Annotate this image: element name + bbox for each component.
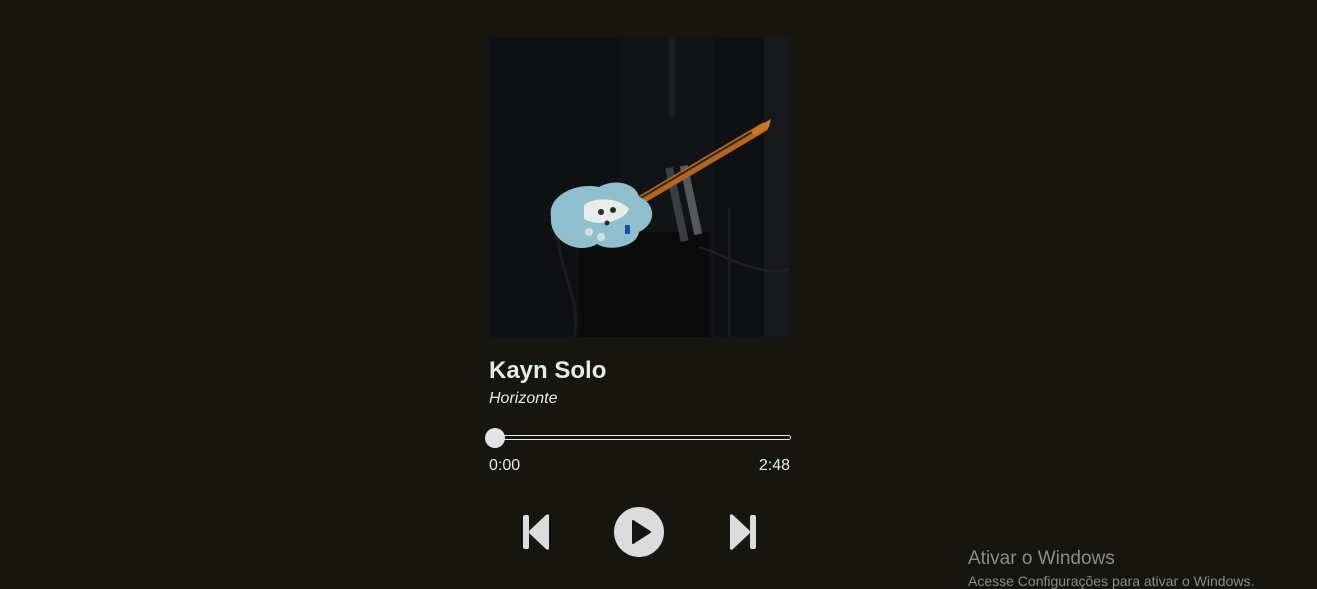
skip-next-icon bbox=[730, 514, 756, 550]
track-title: Kayn Solo bbox=[489, 357, 607, 384]
guitar-photo bbox=[489, 37, 789, 337]
time-row: 0:00 2:48 bbox=[489, 457, 790, 475]
skip-previous-icon bbox=[523, 514, 549, 550]
watermark-subtitle: Acesse Configurações para ativar o Windo… bbox=[968, 573, 1255, 589]
album-cover bbox=[489, 37, 789, 337]
progress-thumb[interactable] bbox=[485, 428, 505, 448]
music-player-page: Kayn Solo Horizonte 0:00 2:48 Ativar o W… bbox=[0, 0, 1317, 589]
progress-track[interactable] bbox=[489, 435, 791, 440]
current-time: 0:00 bbox=[489, 457, 521, 474]
play-icon bbox=[614, 507, 664, 557]
playback-controls bbox=[489, 505, 790, 557]
play-button[interactable] bbox=[613, 506, 665, 558]
duration: 2:48 bbox=[758, 457, 790, 474]
player-card: Kayn Solo Horizonte 0:00 2:48 bbox=[485, 37, 791, 475]
progress-slider[interactable] bbox=[485, 428, 791, 449]
next-button[interactable] bbox=[727, 513, 757, 551]
track-artist: Horizonte bbox=[489, 390, 558, 407]
previous-button[interactable] bbox=[522, 513, 552, 551]
watermark-title: Ativar o Windows bbox=[968, 548, 1115, 569]
windows-activation-watermark: Ativar o Windows Acesse Configurações pa… bbox=[968, 548, 1254, 589]
